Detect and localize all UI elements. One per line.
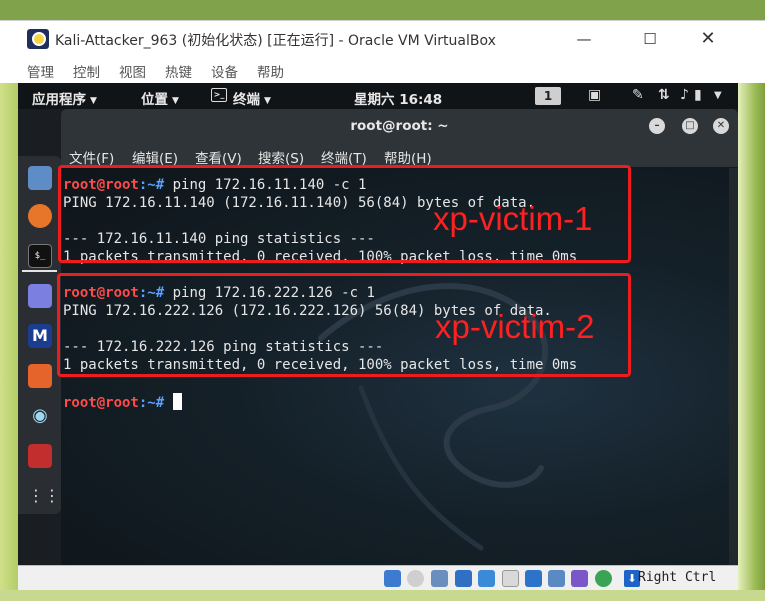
usb-icon[interactable] (478, 570, 495, 587)
host-key-label: Right Ctrl (638, 570, 717, 585)
vt-x-icon[interactable] (571, 570, 588, 587)
terminal-menu-search[interactable]: 搜索(S) (258, 147, 304, 167)
terminal-menu-edit[interactable]: 编辑(E) (132, 147, 178, 167)
mouse-integration-icon[interactable] (595, 570, 612, 587)
places-menu[interactable]: 位置 ▼ (141, 88, 179, 108)
cherrytree-icon[interactable] (28, 444, 52, 468)
vbox-menu-bar: 管理 控制 视图 热键 设备 帮助 (0, 56, 765, 83)
menu-manage[interactable]: 管理 (27, 61, 54, 81)
terminal-title: root@root: ~ (350, 118, 449, 134)
network-icon[interactable]: ⇅ (658, 87, 670, 103)
desktop-wallpaper-right (738, 83, 765, 601)
terminal-menu-terminal[interactable]: 终端(T) (321, 147, 367, 167)
applications-menu[interactable]: 应用程序 ▼ (32, 88, 97, 108)
menu-devices[interactable]: 设备 (211, 61, 238, 81)
terminal-dock-icon[interactable]: $_ (28, 244, 52, 268)
network-adapter-icon[interactable] (455, 570, 472, 587)
gnome-top-bar: 应用程序 ▼ 位置 ▼ >_ 终端 ▼ 星期六 16:48 1 ▣ ✎ ⇅ ♪ ▮ ▼ (18, 83, 738, 109)
vbox-status-bar: ⬇ Right Ctrl (18, 565, 738, 590)
terminal-maximize-icon[interactable]: □ (682, 118, 698, 134)
menu-hotkeys[interactable]: 热键 (165, 61, 192, 81)
command-text (164, 395, 172, 411)
shared-folders-icon[interactable] (502, 570, 519, 587)
chevron-down-icon: ▼ (264, 96, 271, 106)
display-icon[interactable] (525, 570, 542, 587)
terminal-close-icon[interactable]: ✕ (713, 118, 729, 134)
terminal-titlebar: root@root: ~ – □ ✕ (61, 109, 738, 143)
terminal-scrollbar[interactable] (729, 168, 738, 565)
terminal-minimize-icon[interactable]: – (649, 118, 665, 134)
notes-icon[interactable] (28, 284, 52, 308)
eye-icon[interactable]: ◉ (28, 404, 52, 428)
prompt-path: :~# (138, 395, 165, 411)
battery-icon[interactable]: ▮ (694, 87, 702, 103)
terminal-command-line: root@root:~# (63, 393, 182, 411)
video-capture-icon[interactable] (548, 570, 565, 587)
terminal-menu-file[interactable]: 文件(F) (69, 147, 114, 167)
pen-icon[interactable]: ✎ (632, 87, 644, 103)
desktop-wallpaper-bottom (0, 590, 765, 601)
system-menu-chevron-icon[interactable]: ▼ (714, 90, 722, 101)
virtualbox-icon (27, 29, 49, 49)
firefox-icon[interactable] (28, 204, 52, 228)
menu-help[interactable]: 帮助 (257, 61, 284, 81)
maximize-button[interactable]: ☐ (634, 25, 666, 53)
menu-control[interactable]: 控制 (73, 61, 100, 81)
audio-icon[interactable] (431, 570, 448, 587)
video-camera-icon[interactable]: ▣ (588, 87, 601, 103)
annotation-label-victim-2: xp-victim-2 (435, 308, 595, 345)
terminal-icon: >_ (211, 88, 227, 102)
chevron-down-icon: ▼ (172, 96, 179, 106)
menu-view[interactable]: 视图 (119, 61, 146, 81)
files-icon[interactable] (28, 166, 52, 190)
active-app-indicator (22, 270, 57, 272)
text-cursor (172, 393, 182, 410)
burpsuite-icon[interactable] (28, 364, 52, 388)
dock: $_ M ◉ ⋮⋮ (18, 156, 61, 514)
window-titlebar: Kali-Attacker_963 (初始化状态) [正在运行] - Oracl… (0, 20, 765, 56)
hard-disk-icon[interactable] (384, 570, 401, 587)
annotation-label-victim-1: xp-victim-1 (433, 200, 593, 237)
chevron-down-icon: ▼ (90, 96, 97, 106)
volume-icon[interactable]: ♪ (680, 87, 689, 103)
close-button[interactable]: ✕ (692, 25, 724, 53)
virtualbox-window: Kali-Attacker_963 (初始化状态) [正在运行] - Oracl… (0, 0, 765, 601)
optical-drive-icon[interactable] (407, 570, 424, 587)
terminal-menu-help[interactable]: 帮助(H) (384, 147, 432, 167)
show-apps-icon[interactable]: ⋮⋮ (28, 484, 60, 508)
terminal-app-menu[interactable]: 终端 ▼ (233, 88, 271, 108)
window-title: Kali-Attacker_963 (初始化状态) [正在运行] - Oracl… (55, 33, 496, 49)
clock[interactable]: 星期六 16:48 (354, 88, 442, 108)
prompt-user: root@root (63, 395, 139, 411)
metasploit-icon[interactable]: M (28, 324, 52, 348)
terminal-menu-view[interactable]: 查看(V) (195, 147, 242, 167)
workspace-indicator[interactable]: 1 (535, 87, 561, 105)
minimize-button[interactable]: — (568, 25, 600, 53)
